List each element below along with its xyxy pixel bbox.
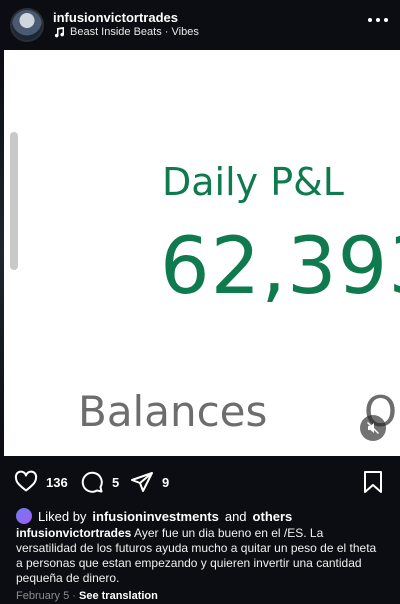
liked-by-line: Liked by infusioninvestments and others (16, 508, 292, 524)
action-bar: 136 5 9 (0, 456, 400, 506)
caption: infusionvictortrades Ayer fue un dia bue… (16, 526, 386, 586)
balances-label: Balances (78, 387, 268, 436)
liked-others[interactable]: others (253, 509, 293, 524)
post-date: February 5 (16, 590, 70, 602)
comment-icon (81, 471, 103, 493)
comment-button[interactable]: 5 (80, 470, 119, 494)
mute-icon (367, 422, 379, 434)
liked-joiner: and (224, 508, 247, 524)
meta-separator: · (72, 590, 76, 602)
audio-info[interactable]: Beast Inside Beats · Vibes (53, 26, 199, 38)
see-translation-link[interactable]: See translation (79, 590, 158, 602)
shares-count: 9 (162, 474, 170, 490)
liked-by-avatar[interactable] (16, 508, 32, 524)
music-note-icon (54, 27, 65, 38)
pnl-title: Daily P&L (162, 160, 344, 204)
liked-user[interactable]: infusioninvestments (92, 509, 218, 524)
bookmark-icon (364, 471, 382, 493)
pnl-value: 62,393 (160, 222, 400, 312)
share-icon (131, 472, 153, 492)
more-icon[interactable] (368, 18, 388, 24)
save-button[interactable] (362, 470, 384, 499)
mute-button[interactable] (360, 415, 386, 441)
avatar[interactable] (10, 8, 44, 42)
post-header: infusionvictortrades Beast Inside Beats … (0, 0, 400, 50)
scroll-indicator (10, 132, 18, 270)
post-meta: February 5 · See translation (16, 590, 158, 602)
post-media[interactable]: Daily P&L 62,393 Balances O (0, 50, 400, 456)
liked-prefix: Liked by (38, 508, 87, 524)
audio-label: Beast Inside Beats · Vibes (70, 26, 199, 38)
likes-count: 136 (46, 474, 68, 490)
caption-username[interactable]: infusionvictortrades (16, 526, 131, 540)
heart-icon (14, 470, 38, 492)
media-edge (0, 50, 4, 456)
like-button[interactable]: 136 (14, 470, 68, 494)
share-button[interactable]: 9 (130, 470, 169, 494)
username[interactable]: infusionvictortrades (53, 10, 178, 25)
comments-count: 5 (112, 474, 120, 490)
